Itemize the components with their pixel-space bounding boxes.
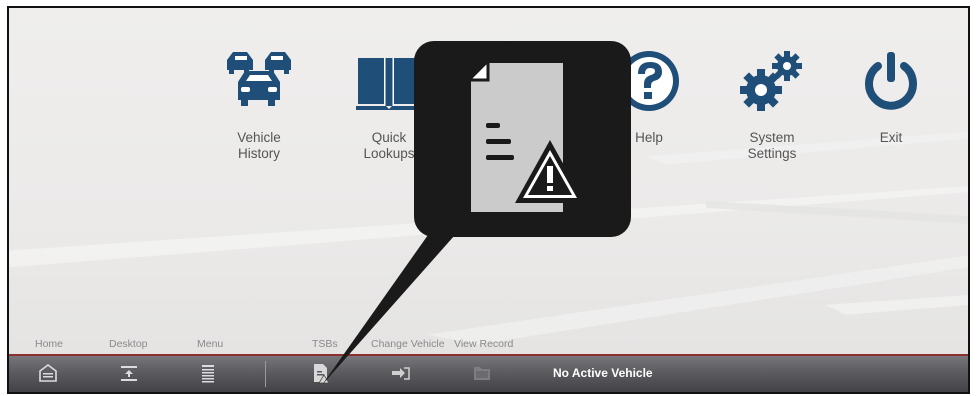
menu-label: Menu bbox=[197, 338, 224, 350]
app-label: Exit bbox=[879, 130, 903, 145]
menu-button[interactable] bbox=[197, 362, 219, 384]
power-icon bbox=[865, 52, 917, 110]
app-vehicle-history[interactable]: Vehicle History bbox=[204, 46, 314, 162]
toolbar-labels: Home Desktop Menu TSBs Change Vehicle Vi… bbox=[9, 338, 968, 354]
view-record-label: View Record bbox=[454, 338, 514, 350]
toolbar-divider bbox=[265, 361, 266, 387]
view-record-button[interactable] bbox=[471, 362, 493, 384]
change-vehicle-label: Change Vehicle bbox=[371, 338, 445, 350]
desktop-screen: Vehicle History Quick Lookups Help Syste… bbox=[7, 6, 970, 394]
app-hidden[interactable] bbox=[464, 46, 574, 130]
app-exit[interactable]: Exit bbox=[836, 46, 946, 146]
app-quick-lookups[interactable]: Quick Lookups bbox=[334, 46, 444, 162]
home-button[interactable] bbox=[37, 362, 59, 384]
tsb-button[interactable] bbox=[309, 362, 331, 384]
app-label: Vehicle History bbox=[237, 130, 281, 161]
home-label: Home bbox=[35, 338, 64, 350]
cars-icon bbox=[227, 52, 291, 106]
change-vehicle-button[interactable] bbox=[390, 362, 412, 384]
tsbs-label: TSBs bbox=[312, 338, 338, 350]
desktop-label: Desktop bbox=[109, 338, 148, 350]
help-icon bbox=[619, 51, 679, 111]
app-help[interactable]: Help bbox=[594, 46, 704, 146]
desktop-button[interactable] bbox=[118, 362, 140, 384]
app-system-settings[interactable]: System Settings bbox=[717, 46, 827, 162]
bottom-toolbar: No Active Vehicle bbox=[9, 354, 968, 392]
active-vehicle-status: No Active Vehicle bbox=[553, 366, 653, 380]
book-icon bbox=[356, 58, 422, 110]
app-label: Quick Lookups bbox=[363, 130, 415, 161]
app-label: Help bbox=[635, 130, 663, 145]
folder-icon bbox=[492, 60, 546, 103]
gears-icon bbox=[740, 51, 802, 111]
app-label: System Settings bbox=[747, 130, 797, 161]
